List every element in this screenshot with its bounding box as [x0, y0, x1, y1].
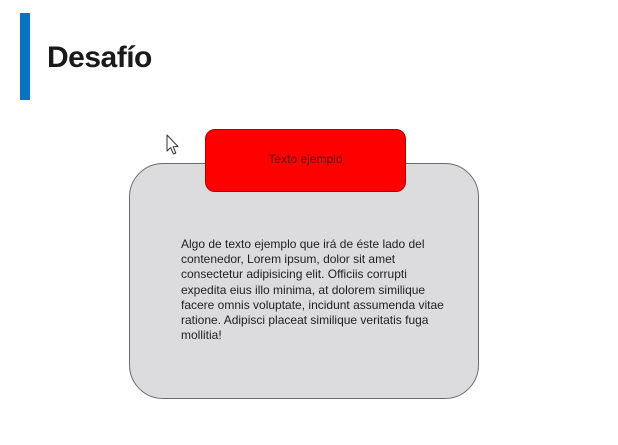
card-body-text: Algo de texto ejemplo que irá de éste la… [181, 237, 444, 343]
arrow-cursor-icon [166, 134, 179, 155]
page-title: Desafío [47, 41, 152, 74]
title-accent-bar [20, 13, 30, 100]
card-header-tab-label: Texto ejemplo [268, 151, 343, 166]
card-header-tab: Texto ejemplo [205, 129, 406, 192]
